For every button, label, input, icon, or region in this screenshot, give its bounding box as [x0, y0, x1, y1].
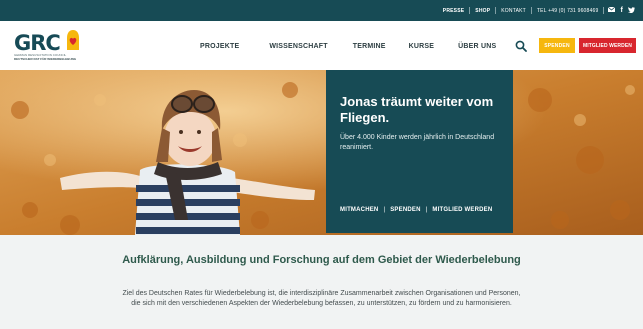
search-icon[interactable] [515, 40, 527, 52]
hero-title: Jonas träumt weiter vom Fliegen. [340, 94, 494, 125]
hero-banner: Jonas träumt weiter vom Fliegen. Über 4.… [0, 70, 643, 235]
main-header: GRC GERMAN RESUSCITATION COUNCIL DEUTSCH… [0, 21, 643, 69]
phone-link[interactable]: TEL +49 (0) 731 9608469 [532, 8, 604, 14]
logo-subtitle-de: DEUTSCHER RAT FÜR WIEDERBELEBUNG [14, 57, 77, 61]
twitter-icon[interactable] [628, 6, 635, 15]
shop-link[interactable]: SHOP [470, 8, 495, 14]
spenden-button[interactable]: SPENDEN [539, 38, 575, 53]
hero-text: Über 4.000 Kinder werden jährlich in Deu… [340, 134, 495, 151]
logo-heart-icon [67, 30, 79, 50]
nav-item-kurse[interactable]: KURSE [409, 43, 435, 50]
main-nav: PROJEKTE WISSENSCHAFT TERMINE KURSE ÜBER… [200, 43, 496, 50]
mail-icon[interactable] [608, 6, 616, 14]
intro-title: Aufklärung, Ausbildung und Forschung auf… [122, 254, 521, 266]
kontakt-link[interactable]: KONTAKT [496, 8, 531, 14]
hero-mitglied-link[interactable]: MITGLIED WERDEN [432, 207, 492, 213]
nav-item-termine[interactable]: TERMINE [353, 43, 386, 50]
hero-links: MITMACHEN | SPENDEN | MITGLIED WERDEN [340, 207, 492, 213]
nav-item-wissenschaft[interactable]: WISSENSCHAFT [269, 43, 327, 50]
nav-item-ueber-uns[interactable]: ÜBER UNS [458, 43, 496, 50]
hero-card: Jonas träumt weiter vom Fliegen. Über 4.… [326, 70, 513, 233]
nav-item-projekte[interactable]: PROJEKTE [200, 43, 239, 50]
divider: | [425, 207, 428, 213]
intro-text: Ziel des Deutschen Rates für Wiederbeleb… [122, 290, 521, 307]
presse-link[interactable]: PRESSE [438, 8, 470, 14]
facebook-icon[interactable]: f [620, 7, 623, 14]
grc-logo[interactable]: GRC GERMAN RESUSCITATION COUNCIL DEUTSCH… [14, 29, 92, 63]
hero-spenden-link[interactable]: SPENDEN [390, 207, 420, 213]
intro-section: Aufklärung, Ausbildung und Forschung auf… [0, 235, 643, 329]
logo-text: GRC [14, 31, 61, 55]
mitglied-werden-button[interactable]: MITGLIED WERDEN [579, 38, 636, 53]
social-icons: f [604, 6, 635, 15]
top-utility-bar: PRESSE SHOP KONTAKT TEL +49 (0) 731 9608… [0, 0, 643, 21]
divider: | [383, 207, 386, 213]
utility-links: PRESSE SHOP KONTAKT TEL +49 (0) 731 9608… [438, 0, 635, 21]
hero-image [0, 70, 643, 235]
mitmachen-link[interactable]: MITMACHEN [340, 207, 378, 213]
